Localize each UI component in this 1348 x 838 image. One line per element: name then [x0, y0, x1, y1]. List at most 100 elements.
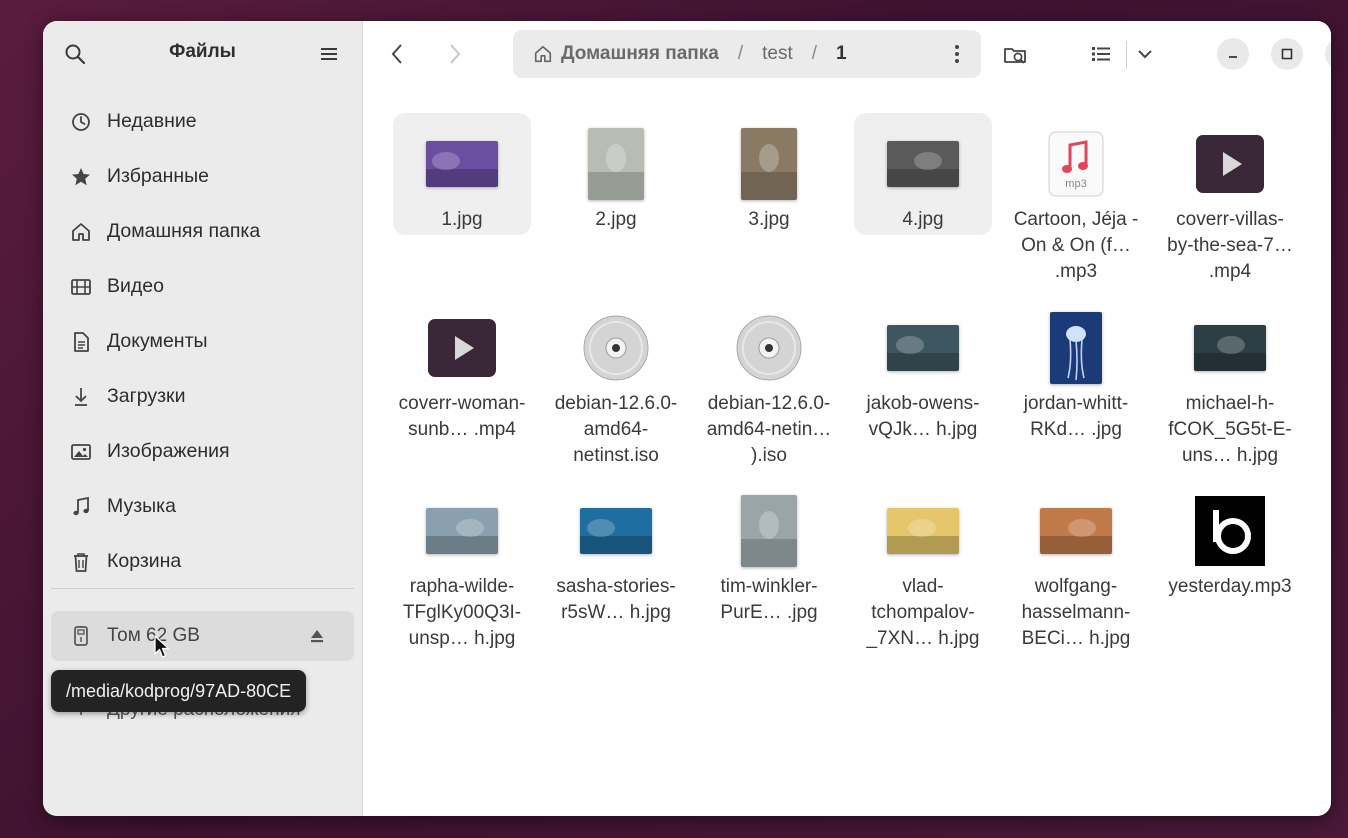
sidebar-divider — [51, 588, 354, 589]
breadcrumb-current[interactable]: 1 — [836, 43, 847, 65]
file-thumbnail — [1161, 305, 1299, 391]
file-name: 2.jpg — [595, 209, 637, 230]
view-options-button[interactable] — [1129, 38, 1161, 70]
image-thumbnail-icon — [426, 508, 498, 554]
image-icon — [69, 440, 93, 464]
image-thumbnail-icon — [588, 128, 644, 200]
sidebar-places: Недавние Избранные Домашняя папка Видео — [51, 94, 354, 589]
image-thumbnail-icon — [887, 141, 959, 187]
file-thumbnail — [393, 305, 531, 391]
file-thumbnail — [547, 488, 685, 574]
audio-file-icon: mp3 — [1048, 131, 1104, 197]
file-item[interactable]: mp3 Cartoon, Jéja - On & On (f… .mp3 — [1007, 113, 1145, 285]
file-name: 1.jpg — [441, 209, 483, 230]
file-item[interactable]: debian-12.6.0-amd64-netinst.iso — [547, 297, 685, 469]
file-name: coverr-woman-sunb… .mp4 — [398, 393, 526, 440]
file-name: rapha-wilde-TFglKy00Q3I-unsp… h.jpg — [402, 576, 522, 649]
search-in-folder-button[interactable] — [999, 38, 1033, 72]
sidebar-item-music[interactable]: Музыка — [51, 479, 354, 534]
main-menu-button[interactable] — [315, 40, 343, 68]
file-name: debian-12.6.0-amd64-netinst.iso — [554, 393, 678, 466]
file-name: vlad-tchompalov-_7XN… h.jpg — [866, 576, 980, 649]
breadcrumb-separator: / — [811, 43, 818, 64]
file-name: 3.jpg — [748, 209, 790, 230]
eject-button[interactable] — [306, 625, 328, 647]
file-name: 4.jpg — [902, 209, 944, 230]
file-name: yesterday.mp3 — [1168, 576, 1292, 597]
file-thumbnail — [1007, 488, 1145, 574]
trash-icon — [69, 550, 93, 574]
disc-image-icon — [583, 315, 649, 381]
file-item[interactable]: coverr-woman-sunb… .mp4 — [393, 297, 531, 443]
file-name: michael-h-fCOK_5G5t-E-uns… h.jpg — [1168, 393, 1292, 466]
file-item[interactable]: 2.jpg — [547, 113, 685, 233]
file-item[interactable]: coverr-villas-by-the-sea-7… .mp4 — [1161, 113, 1299, 285]
sidebar-item-downloads[interactable]: Загрузки — [51, 369, 354, 424]
sidebar-item-starred[interactable]: Избранные — [51, 149, 354, 204]
back-button[interactable] — [381, 38, 413, 70]
forward-button[interactable] — [439, 38, 471, 70]
sidebar-item-videos[interactable]: Видео — [51, 259, 354, 314]
breadcrumb-test[interactable]: test — [762, 43, 793, 65]
file-manager-window: Файлы Недавние Избранные Домашняя папка … — [43, 21, 1331, 816]
folder-search-icon — [1004, 48, 1026, 64]
file-item[interactable]: jordan-whitt-RKd… .jpg — [1007, 297, 1145, 443]
video-file-icon — [428, 319, 496, 377]
maximize-button[interactable] — [1271, 38, 1303, 70]
file-thumbnail: mp3 — [1007, 121, 1145, 207]
video-file-icon — [1196, 135, 1264, 193]
sidebar-item-documents[interactable]: Документы — [51, 314, 354, 369]
image-thumbnail-icon — [1050, 312, 1102, 384]
maximize-icon — [1281, 48, 1293, 60]
sidebar-item-label: Музыка — [107, 495, 176, 517]
file-thumbnail — [854, 305, 992, 391]
file-item[interactable]: 1.jpg — [393, 113, 531, 235]
image-thumbnail-icon — [580, 508, 652, 554]
file-thumbnail — [393, 488, 531, 574]
sidebar-item-pictures[interactable]: Изображения — [51, 424, 354, 479]
home-icon — [69, 220, 93, 244]
sidebar-item-trash[interactable]: Корзина — [51, 534, 354, 589]
file-thumbnail — [547, 121, 685, 207]
breadcrumb-label: Домашняя папка — [561, 43, 719, 64]
breadcrumb-separator: / — [737, 43, 744, 64]
sidebar-item-label: Изображения — [107, 440, 230, 462]
minimize-icon — [1229, 56, 1237, 58]
image-thumbnail-icon — [741, 128, 797, 200]
file-item[interactable]: 4.jpg — [854, 113, 992, 235]
file-item[interactable]: rapha-wilde-TFglKy00Q3I-unsp… h.jpg — [393, 480, 531, 652]
sidebar-item-label: Загрузки — [107, 385, 186, 407]
file-item[interactable]: sasha-stories-r5sW… h.jpg — [547, 480, 685, 626]
file-item[interactable]: wolfgang-hasselmann-BECi… h.jpg — [1007, 480, 1145, 652]
file-item[interactable]: vlad-tchompalov-_7XN… h.jpg — [854, 480, 992, 652]
file-thumbnail — [547, 305, 685, 391]
file-name: jakob-owens-vQJk… h.jpg — [866, 393, 980, 440]
breadcrumb-home[interactable]: Домашняя папка — [533, 43, 719, 65]
view-list-button[interactable] — [1085, 38, 1117, 70]
header-bar: Домашняя папка / test / 1 — [363, 21, 1331, 87]
file-item[interactable]: 3.jpg — [700, 113, 838, 233]
path-menu-button[interactable] — [945, 42, 969, 66]
image-thumbnail-icon — [426, 141, 498, 187]
file-thumbnail — [854, 488, 992, 574]
minimize-button[interactable] — [1217, 38, 1249, 70]
star-icon — [69, 165, 93, 189]
close-button[interactable] — [1325, 38, 1331, 70]
image-thumbnail-icon — [1040, 508, 1112, 554]
sidebar-item-recent[interactable]: Недавние — [51, 94, 354, 149]
sidebar: Файлы Недавние Избранные Домашняя папка … — [43, 21, 363, 816]
sidebar-item-home[interactable]: Домашняя папка — [51, 204, 354, 259]
sidebar-item-volume[interactable]: Том 62 GB — [51, 611, 354, 661]
toolbar-divider — [1126, 41, 1127, 69]
file-item[interactable]: debian-12.6.0-amd64-netin… ).iso — [700, 297, 838, 469]
file-item[interactable]: jakob-owens-vQJk… h.jpg — [854, 297, 992, 443]
file-item[interactable]: tim-winkler-PurE… .jpg — [700, 480, 838, 626]
sidebar-item-label: Домашняя папка — [107, 220, 261, 242]
file-thumbnail — [1007, 305, 1145, 391]
file-thumbnail — [700, 305, 838, 391]
volume-path-tooltip: /media/kodprog/97AD-80CE — [51, 670, 307, 712]
file-name: debian-12.6.0-amd64-netin… ).iso — [706, 393, 832, 466]
file-item[interactable]: michael-h-fCOK_5G5t-E-uns… h.jpg — [1161, 297, 1299, 469]
file-name: sasha-stories-r5sW… h.jpg — [556, 576, 676, 623]
file-item[interactable]: yesterday.mp3 — [1161, 480, 1299, 600]
